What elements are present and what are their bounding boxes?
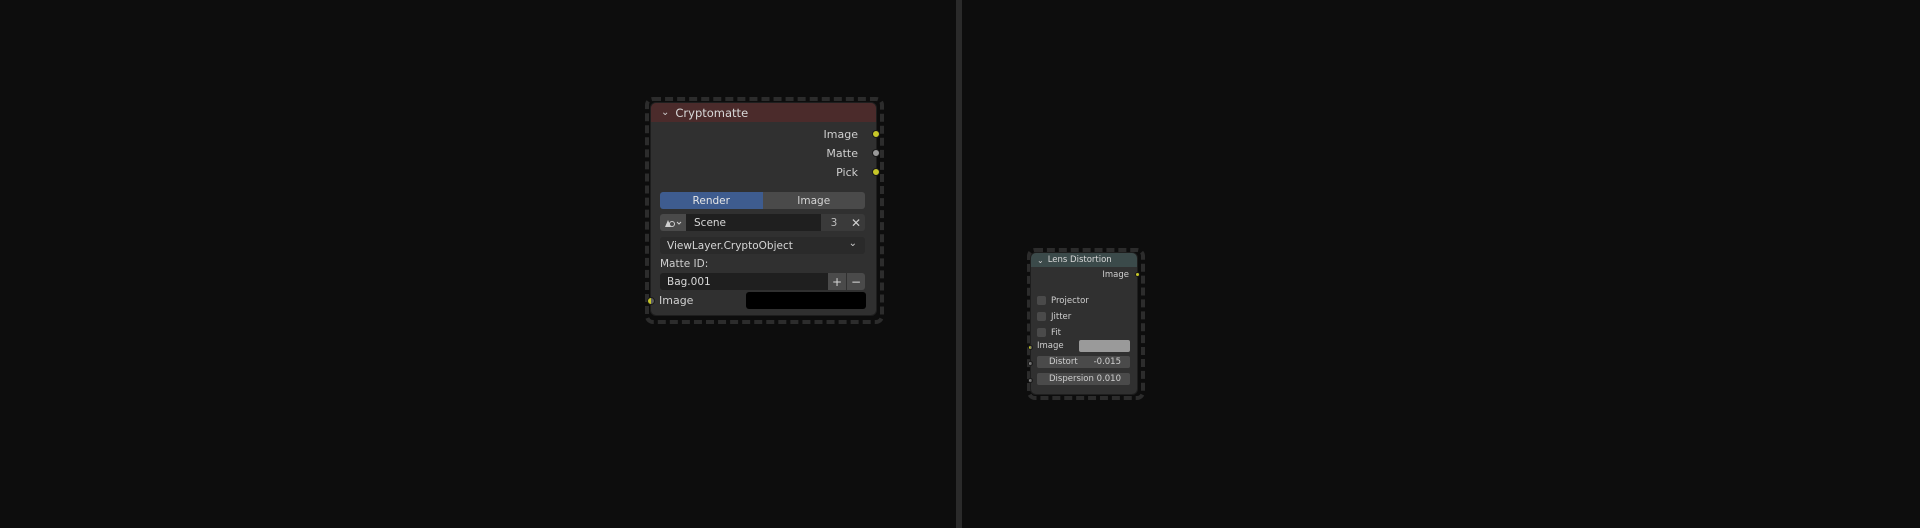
matte-id-label: Matte ID: [660,258,709,270]
fit-checkbox[interactable]: Fit [1037,327,1061,338]
checkbox-box[interactable] [1037,312,1046,321]
scene-name-field[interactable]: Scene [686,214,821,231]
remove-matte-button[interactable]: − [847,273,865,290]
collapse-chevron-icon[interactable]: ⌄ [661,107,669,118]
distort-value: -0.015 [1093,357,1121,367]
dispersion-label: Dispersion [1049,374,1094,384]
dispersion-value: 0.010 [1096,374,1121,384]
node-title: Cryptomatte [675,105,749,120]
collapse-chevron-icon[interactable]: ⌄ [1037,256,1044,265]
output-socket-image[interactable] [872,130,880,138]
scene-icon [665,219,682,227]
output-label: Image [823,128,858,141]
source-tab-image[interactable]: Image [762,192,865,209]
input-socket-dispersion[interactable] [1028,378,1033,383]
projector-checkbox[interactable]: Projector [1037,295,1089,306]
distort-label: Distort [1049,357,1078,367]
dispersion-field[interactable]: Dispersion 0.010 [1028,373,1130,385]
output-label: Image [1102,270,1129,280]
view-layer-dropdown[interactable]: ViewLayer.CryptoObject ⌄ [660,237,865,254]
image-color-swatch[interactable] [1079,340,1130,352]
checkbox-box[interactable] [1037,328,1046,337]
output-socket-pick[interactable] [872,168,880,176]
input-label: Image [1037,341,1064,351]
lens-distortion-node[interactable]: ⌄ Lens Distortion Image Projector Jitter… [1028,253,1140,394]
input-label: Image [659,294,694,307]
checkbox-label: Projector [1051,295,1089,306]
matte-id-field[interactable]: Bag.001 [660,273,828,290]
source-toggle: Render Image [660,192,865,209]
checkbox-box[interactable] [1037,296,1046,305]
cryptomatte-node-header[interactable]: ⌄ Cryptomatte [651,103,876,122]
chevron-down-icon: ⌄ [848,238,857,249]
checkbox-label: Fit [1051,327,1061,338]
output-image: Image [1031,267,1140,283]
input-socket-image[interactable] [647,297,655,305]
output-image: Image [651,125,880,144]
output-label: Matte [826,147,858,160]
distort-field[interactable]: Distort -0.015 [1028,356,1130,368]
lens-distortion-node-header[interactable]: ⌄ Lens Distortion [1031,253,1137,267]
input-socket-image[interactable] [1028,345,1033,350]
input-image-row: Image [1028,340,1137,352]
node-title: Lens Distortion [1047,255,1112,265]
output-socket-matte[interactable] [872,149,880,157]
view-layer-value: ViewLayer.CryptoObject [667,239,793,252]
output-label: Pick [836,166,858,179]
scene-user-count[interactable]: 3 [821,214,847,231]
cryptomatte-node[interactable]: ⌄ Cryptomatte Image Matte Pick Render Im… [647,103,880,315]
add-matte-button[interactable]: + [828,273,846,290]
output-socket-image[interactable] [1135,272,1140,277]
matte-id-row: Bag.001 + − [660,273,865,290]
jitter-checkbox[interactable]: Jitter [1037,311,1071,322]
input-image-row: Image [647,292,876,309]
scene-selector: Scene 3 ✕ [660,214,865,231]
output-pick: Pick [651,163,880,182]
image-color-swatch[interactable] [746,292,866,309]
unlink-scene-icon[interactable]: ✕ [847,214,865,231]
checkbox-label: Jitter [1051,311,1072,322]
input-socket-distort[interactable] [1028,361,1033,366]
output-matte: Matte [651,144,880,163]
source-tab-render[interactable]: Render [660,192,763,209]
scene-browse-button[interactable] [660,214,686,231]
